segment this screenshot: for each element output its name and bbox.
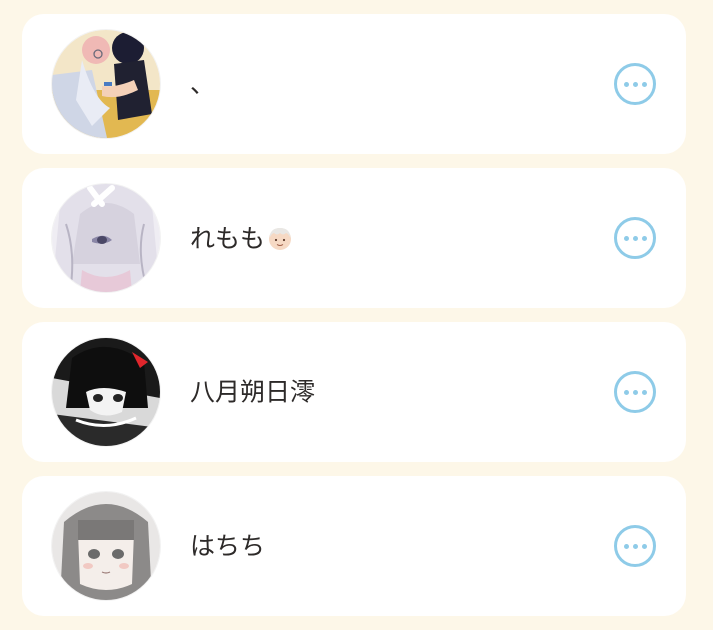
user-name: れもも [190,225,293,251]
more-horizontal-icon [623,81,629,87]
more-horizontal-icon [623,235,629,241]
more-options-button[interactable] [614,371,656,413]
user-name-text: 八月朔日澪 [190,377,316,407]
user-card[interactable]: 八月朔日澪 [22,322,686,462]
user-name-text: はちち [190,531,266,561]
more-horizontal-icon [641,235,647,241]
user-name-text: 、 [190,69,216,99]
user-card[interactable]: 、 [22,14,686,154]
avatar-image [52,492,160,600]
more-options-button[interactable] [614,217,656,259]
avatar[interactable] [52,30,160,138]
user-card[interactable]: れもも [22,168,686,308]
more-options-button[interactable] [614,63,656,105]
avatar[interactable] [52,338,160,446]
more-horizontal-icon [623,543,629,549]
more-horizontal-icon [632,235,638,241]
avatar[interactable] [52,492,160,600]
more-horizontal-icon [623,389,629,395]
user-list: 、 れもも 八月朔日澪 はちち [22,14,686,630]
older-adult-face-icon [267,225,293,251]
user-name-text: れもも [190,223,266,253]
more-horizontal-icon [641,81,647,87]
avatar-image [52,338,160,446]
user-name: 、 [190,72,215,97]
more-horizontal-icon [641,389,647,395]
more-options-button[interactable] [614,525,656,567]
more-horizontal-icon [641,543,647,549]
user-card[interactable]: はちち [22,476,686,616]
avatar-image [52,30,160,138]
more-horizontal-icon [632,389,638,395]
avatar-image [52,184,160,292]
avatar[interactable] [52,184,160,292]
user-name: はちち [190,534,265,559]
user-name: 八月朔日澪 [190,380,315,405]
more-horizontal-icon [632,543,638,549]
more-horizontal-icon [632,81,638,87]
